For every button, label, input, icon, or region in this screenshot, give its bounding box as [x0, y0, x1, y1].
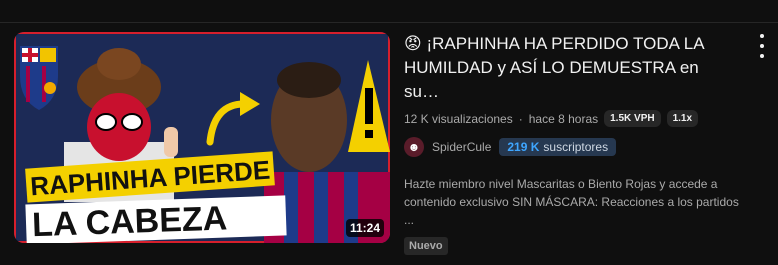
- kebab-dot-icon: [760, 34, 764, 38]
- view-count: 12 K visualizaciones: [404, 111, 513, 126]
- channel-row[interactable]: ☻ SpiderCule 219 K suscriptores: [404, 137, 744, 157]
- duration-badge: 11:24: [345, 219, 384, 237]
- vph-pill: 1.5K VPH: [604, 110, 661, 127]
- video-description: Hazte miembro nivel Mascaritas o Biento …: [404, 177, 739, 227]
- thumbnail-line-2: LA CABEZA: [31, 199, 227, 243]
- video-thumbnail[interactable]: RAPHINHA PIERDE LA CABEZA 11:24: [14, 32, 390, 243]
- subscriber-label: suscriptores: [543, 140, 609, 154]
- subscriber-count: 219 K: [507, 140, 540, 154]
- video-title-text: ¡RAPHINHA HA PERDIDO TODA LA HUMILDAD y …: [404, 34, 704, 101]
- video-details: 😡 ¡RAPHINHA HA PERDIDO TODA LA HUMILDAD …: [404, 32, 744, 255]
- video-title[interactable]: 😡 ¡RAPHINHA HA PERDIDO TODA LA HUMILDAD …: [404, 32, 734, 104]
- new-badge: Nuevo: [404, 237, 448, 255]
- avatar[interactable]: ☻: [404, 137, 424, 157]
- meta-separator: ·: [518, 111, 523, 126]
- ratio-pill: 1.1x: [666, 110, 699, 127]
- upload-time: hace 8 horas: [528, 111, 599, 126]
- top-strip: [0, 0, 778, 23]
- angry-face-icon: 😡: [404, 34, 422, 53]
- spider-mask-icon: ☻: [407, 140, 421, 154]
- subscriber-badge: 219 K suscriptores: [499, 138, 617, 156]
- kebab-dot-icon: [760, 44, 764, 48]
- kebab-dot-icon: [760, 54, 764, 58]
- metadata-row: 12 K visualizaciones · hace 8 horas 1.5K…: [404, 110, 744, 127]
- thumbnail-art: RAPHINHA PIERDE LA CABEZA: [14, 32, 390, 243]
- channel-name[interactable]: SpiderCule: [432, 140, 491, 154]
- more-actions-button[interactable]: [758, 34, 766, 58]
